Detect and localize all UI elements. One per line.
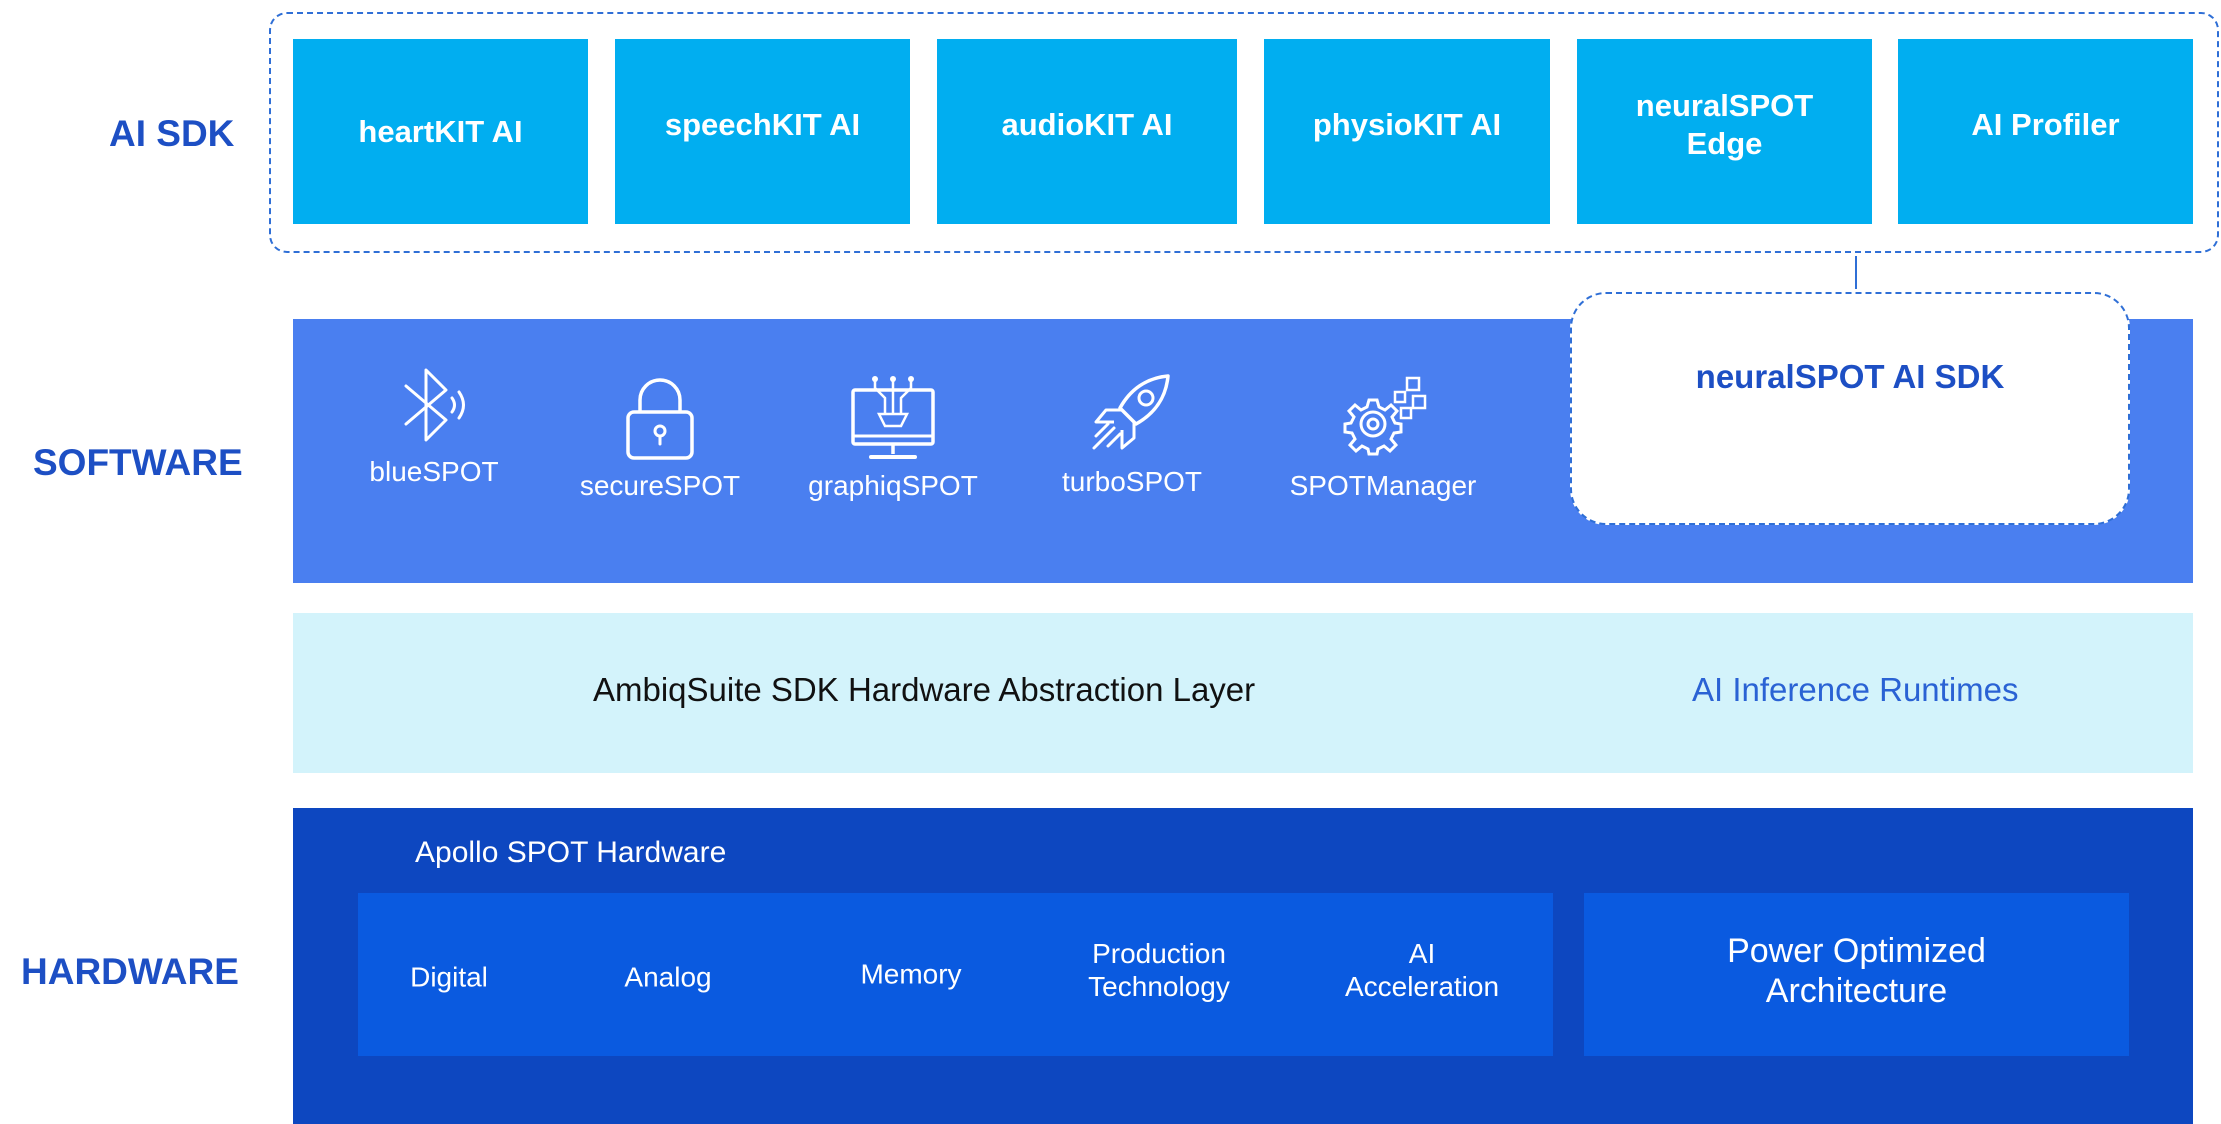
- neuralspot-ai-sdk-label: neuralSPOT AI SDK: [1695, 358, 2005, 395]
- lock-icon: [626, 378, 694, 460]
- neuralspot-ai-sdk-box: neuralSPOT AI SDK: [1570, 292, 2130, 525]
- ai-sdk-box-label: speechKIT AI: [664, 106, 861, 142]
- ai-inference-runtimes-label: AI Inference Runtimes: [1692, 671, 2019, 708]
- ai-sdk-box-label: heartKIT AI: [358, 113, 523, 149]
- ai-sdk-box-audiokit: audioKIT AI: [937, 39, 1237, 224]
- hardware-item-memory: Memory: [860, 958, 962, 990]
- monitor-circuit-icon: [851, 376, 935, 459]
- power-optimized-panel: Power Optimized Architecture: [1584, 893, 2129, 1056]
- software-item-securespot: secureSPOT: [550, 374, 770, 502]
- software-item-spotmanager: SPOTManager: [1273, 374, 1493, 502]
- hardware-item-production-technology: Production Technology: [1088, 937, 1230, 1002]
- layer-label-hardware: HARDWARE: [21, 951, 239, 992]
- ai-sdk-box-label: audioKIT AI: [1001, 106, 1173, 142]
- software-item-label: secureSPOT: [579, 470, 741, 501]
- ai-sdk-box-label: physioKIT AI: [1312, 106, 1502, 142]
- software-item-turbospot: turboSPOT: [1022, 370, 1242, 498]
- hardware-item-digital: Digital: [410, 961, 488, 993]
- ai-sdk-box-ai-profiler: AI Profiler: [1898, 39, 2193, 224]
- hardware-item-analog: Analog: [624, 961, 712, 993]
- gear-icon: [1343, 376, 1427, 456]
- software-item-label: blueSPOT: [369, 456, 499, 487]
- hal-label: AmbiqSuite SDK Hardware Abstraction Laye…: [593, 671, 1256, 708]
- ai-sdk-box-neuralspot-edge: neuralSPOT Edge: [1577, 39, 1872, 224]
- ai-sdk-box-label: AI Profiler: [1971, 106, 2120, 142]
- software-item-bluespot: blueSPOT: [324, 360, 544, 488]
- hardware-item-ai-acceleration: AI Acceleration: [1344, 937, 1500, 1002]
- power-optimized-label: Power Optimized Architecture: [1727, 931, 1986, 1011]
- software-item-label: SPOTManager: [1289, 470, 1477, 501]
- ai-sdk-box-physiokit: physioKIT AI: [1264, 39, 1550, 224]
- ai-sdk-box-heartkit: heartKIT AI: [293, 39, 588, 224]
- hardware-title: Apollo SPOT Hardware: [415, 836, 727, 869]
- layer-label-software: SOFTWARE: [33, 442, 243, 483]
- software-item-label: turboSPOT: [1061, 466, 1203, 497]
- ai-sdk-box-speechkit: speechKIT AI: [615, 39, 910, 224]
- software-item-label: graphiqSPOT: [808, 470, 978, 501]
- software-item-graphiqspot: graphiqSPOT: [783, 374, 1003, 502]
- ai-sdk-box-label: neuralSPOT Edge: [1635, 88, 1814, 161]
- layer-label-ai-sdk: AI SDK: [109, 113, 235, 154]
- rocket-icon: [1092, 374, 1170, 450]
- hardware-components-panel: Digital Analog Memory Production Technol…: [358, 893, 1553, 1056]
- bluetooth-icon: [404, 368, 465, 442]
- connector-line: [1855, 256, 1857, 289]
